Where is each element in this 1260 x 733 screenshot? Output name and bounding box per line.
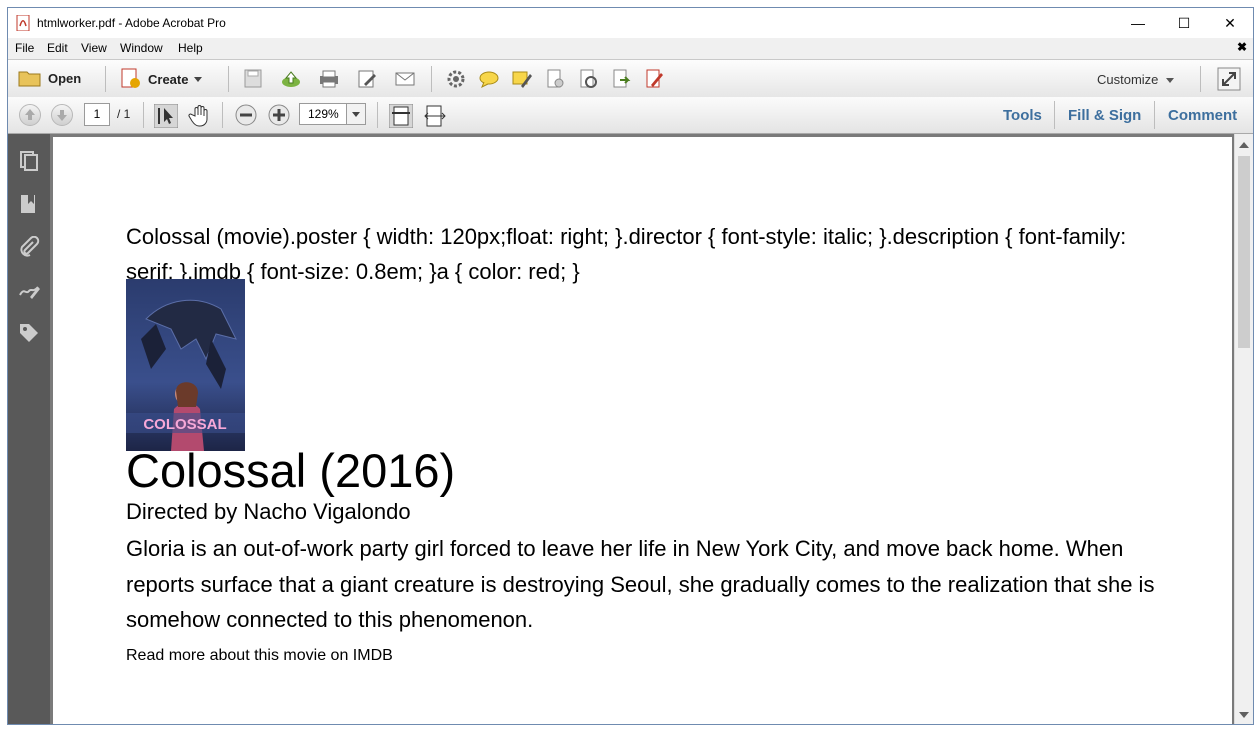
css-text: Colossal (movie).poster { width: 120px;f…: [126, 224, 1127, 284]
menu-edit[interactable]: Edit: [47, 41, 68, 55]
menu-file[interactable]: File: [15, 41, 34, 55]
toolbar-separator: [228, 66, 229, 92]
signature-icon[interactable]: [18, 279, 40, 301]
upload-icon[interactable]: [280, 68, 302, 90]
vertical-scrollbar[interactable]: [1234, 134, 1253, 724]
movie-title: Colossal (2016): [126, 444, 456, 497]
scroll-thumb[interactable]: [1238, 156, 1250, 348]
export-icon[interactable]: [610, 68, 632, 90]
scroll-down-icon[interactable]: [1239, 712, 1249, 718]
imdb-link[interactable]: Read more about this movie on IMDB: [126, 647, 393, 665]
open-label: Open: [48, 70, 82, 86]
chevron-down-icon: [1166, 78, 1175, 84]
fullscreen-icon[interactable]: [1217, 67, 1241, 91]
page-number-input[interactable]: 1: [84, 103, 110, 126]
close-button[interactable]: ✕: [1207, 8, 1253, 38]
navigation-toolbar: 1 / 1 129% Tools Fill & Sign Comment: [8, 97, 1253, 134]
document-area: Colossal (movie).poster { width: 120px;f…: [50, 134, 1253, 724]
arrow-down-icon: [57, 110, 67, 121]
menu-view[interactable]: View: [81, 41, 107, 55]
toolbar-separator: [1154, 101, 1155, 129]
title-bar: htmlworker.pdf - Adobe Acrobat Pro — ☐ ✕: [8, 8, 1253, 38]
zoom-value: 129%: [308, 107, 339, 121]
maximize-button[interactable]: ☐: [1161, 8, 1207, 38]
stamp-icon[interactable]: [577, 68, 599, 90]
zoom-in-icon[interactable]: [268, 104, 290, 126]
toolbar-separator: [431, 66, 432, 92]
customize-dropdown[interactable]: Customize: [1097, 72, 1175, 87]
toolbar-separator: [1200, 66, 1201, 92]
highlight-icon[interactable]: [511, 68, 533, 90]
minimize-button[interactable]: —: [1115, 8, 1161, 38]
bookmark-icon[interactable]: [18, 193, 40, 215]
tag-icon[interactable]: [18, 322, 40, 344]
zoom-select[interactable]: 129%: [299, 103, 366, 125]
fit-page-icon[interactable]: [389, 104, 413, 128]
menu-window[interactable]: Window: [120, 41, 163, 55]
next-page-button[interactable]: [51, 104, 73, 126]
arrow-up-icon: [25, 109, 35, 120]
select-cursor-icon[interactable]: [154, 104, 178, 128]
toolbar-separator: [105, 66, 106, 92]
chevron-down-icon: [194, 76, 203, 82]
sign-icon[interactable]: [643, 68, 665, 90]
hand-tool-icon[interactable]: [188, 104, 212, 128]
print-icon[interactable]: [318, 68, 340, 90]
chevron-down-icon[interactable]: [346, 104, 365, 124]
pdf-page: Colossal (movie).poster { width: 120px;f…: [53, 137, 1232, 724]
acrobat-window: htmlworker.pdf - Adobe Acrobat Pro — ☐ ✕…: [7, 7, 1254, 725]
document-close-icon[interactable]: ✖: [1237, 40, 1247, 54]
customize-label: Customize: [1097, 72, 1159, 87]
create-label: Create: [148, 71, 189, 87]
create-pdf-icon: [121, 68, 140, 88]
attachment-icon[interactable]: [18, 236, 40, 258]
page-total: / 1: [117, 107, 131, 121]
edit-icon[interactable]: [356, 68, 378, 90]
toolbar-separator: [222, 102, 223, 128]
previous-page-button[interactable]: [19, 104, 41, 126]
email-icon[interactable]: [394, 68, 416, 90]
folder-icon: [18, 71, 41, 87]
toolbar-separator: [1054, 101, 1055, 129]
tab-fill-sign[interactable]: Fill & Sign: [1068, 107, 1141, 124]
director-line: Directed by Nacho Vigalondo: [126, 499, 411, 524]
main-toolbar: Open Create Customize: [8, 59, 1253, 98]
menu-bar: File Edit View Window Help ✖: [8, 38, 1253, 58]
toolbar-separator: [377, 102, 378, 128]
movie-description: Gloria is an out-of-work party girl forc…: [126, 536, 1155, 632]
zoom-out-icon[interactable]: [235, 104, 257, 126]
create-button[interactable]: Create: [120, 68, 203, 90]
movie-poster: COLOSSAL: [126, 279, 245, 451]
menu-help[interactable]: Help: [178, 41, 203, 55]
save-icon[interactable]: [242, 68, 264, 90]
comment-icon[interactable]: [478, 68, 500, 90]
open-button[interactable]: Open: [18, 68, 81, 88]
fit-width-icon[interactable]: [423, 104, 447, 128]
settings-icon[interactable]: [445, 68, 467, 90]
tab-tools[interactable]: Tools: [1003, 107, 1042, 124]
attach-icon[interactable]: [544, 68, 566, 90]
window-title: htmlworker.pdf - Adobe Acrobat Pro: [37, 16, 226, 30]
scroll-up-icon[interactable]: [1239, 142, 1249, 148]
page-thumbnails-icon[interactable]: [18, 150, 40, 172]
navigation-pane: [8, 134, 50, 724]
toolbar-separator: [143, 102, 144, 128]
tab-comment[interactable]: Comment: [1168, 107, 1237, 124]
pdf-file-icon: [16, 15, 30, 31]
poster-title: COLOSSAL: [143, 416, 226, 433]
